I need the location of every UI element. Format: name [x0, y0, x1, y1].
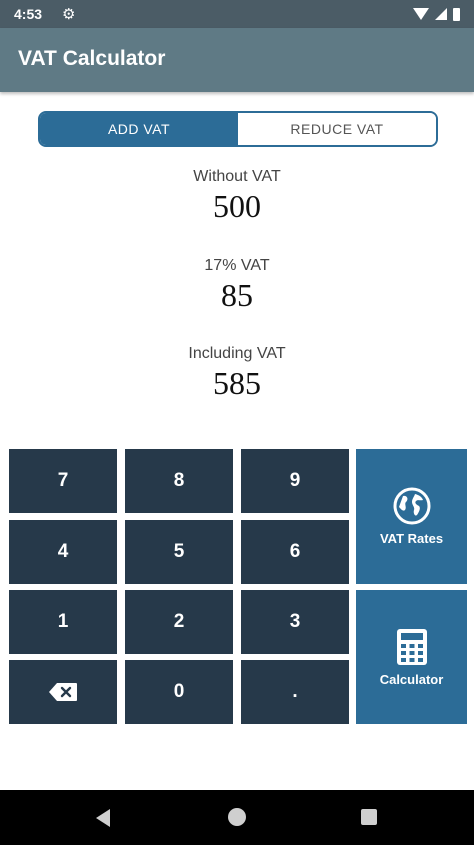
key-3[interactable]: 3 — [241, 590, 349, 654]
vat-amount-label: 17% VAT — [204, 257, 270, 274]
nav-bar — [0, 790, 474, 845]
app-bar: VAT Calculator — [0, 28, 474, 92]
calculator-icon — [396, 628, 427, 665]
including-vat-group: Including VAT 585 — [0, 345, 474, 402]
wifi-icon — [413, 8, 429, 20]
without-vat-label: Without VAT — [193, 168, 281, 185]
reduce-vat-tab[interactable]: REDUCE VAT — [238, 113, 436, 145]
vat-amount-value: 85 — [221, 277, 253, 313]
battery-icon — [453, 7, 460, 21]
vat-amount-group: 17% VAT 85 — [0, 257, 474, 314]
status-bar: 4:53 ⚙ — [0, 0, 474, 28]
including-vat-value: 585 — [213, 365, 261, 401]
key-decimal[interactable]: . — [241, 660, 349, 724]
including-vat-label: Including VAT — [188, 345, 286, 362]
home-icon[interactable] — [228, 808, 246, 826]
key-4[interactable]: 4 — [9, 520, 117, 584]
globe-icon — [393, 487, 430, 525]
vat-rates-button[interactable]: VAT Rates — [356, 449, 467, 584]
key-9[interactable]: 9 — [241, 449, 349, 513]
backspace-icon — [49, 683, 77, 701]
status-time: 4:53 — [14, 6, 43, 22]
back-icon[interactable] — [96, 809, 110, 827]
key-7[interactable]: 7 — [9, 449, 117, 513]
key-8[interactable]: 8 — [125, 449, 233, 513]
backspace-button[interactable] — [9, 660, 117, 724]
key-1[interactable]: 1 — [9, 590, 117, 654]
app-title: VAT Calculator — [18, 47, 166, 70]
without-vat-group: Without VAT 500 — [0, 168, 474, 225]
status-icons — [413, 6, 460, 22]
without-vat-value: 500 — [213, 188, 261, 224]
vat-rates-label: VAT Rates — [379, 531, 444, 546]
recents-icon[interactable] — [361, 809, 377, 825]
key-2[interactable]: 2 — [125, 590, 233, 654]
settings-gear-icon: ⚙ — [62, 6, 76, 23]
key-5[interactable]: 5 — [125, 520, 233, 584]
add-vat-tab[interactable]: ADD VAT — [40, 113, 238, 145]
key-0[interactable]: 0 — [125, 660, 233, 724]
key-6[interactable]: 6 — [241, 520, 349, 584]
calculator-button[interactable]: Calculator — [356, 590, 467, 724]
signal-icon — [435, 8, 447, 20]
calculator-label: Calculator — [379, 671, 444, 687]
mode-toggle: ADD VAT REDUCE VAT — [38, 111, 438, 147]
